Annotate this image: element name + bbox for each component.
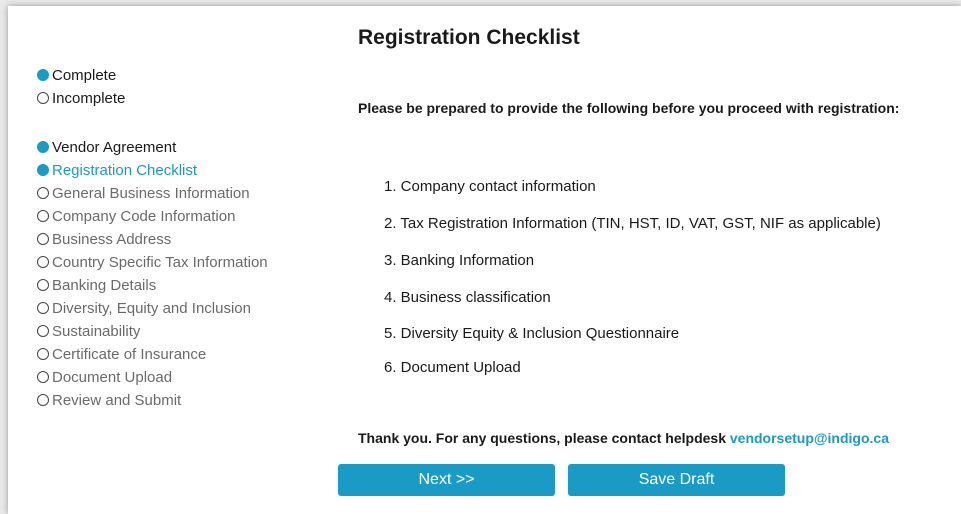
step-label: Business Address: [52, 231, 172, 248]
filled-circle-icon: [37, 141, 49, 153]
step-label: Company Code Information: [52, 208, 236, 225]
empty-circle-icon: [37, 302, 49, 314]
empty-circle-icon: [37, 394, 49, 406]
empty-circle-icon: [37, 371, 49, 383]
step-label: Review and Submit: [52, 392, 182, 409]
step-label: Certificate of Insurance: [52, 346, 207, 363]
intro-text: Please be prepared to provide the follow…: [358, 100, 900, 116]
checklist-item: 6. Document Upload: [384, 359, 521, 376]
step-label: Banking Details: [52, 277, 157, 294]
legend-incomplete: Incomplete: [37, 87, 125, 110]
checklist-item: 4. Business classification: [384, 289, 551, 306]
empty-circle-icon: [37, 325, 49, 337]
step-general-business-information[interactable]: General Business Information: [37, 182, 268, 205]
page-title: Registration Checklist: [358, 26, 580, 49]
step-label: Diversity, Equity and Inclusion: [52, 300, 251, 317]
step-document-upload[interactable]: Document Upload: [37, 366, 268, 389]
empty-circle-icon: [37, 279, 49, 291]
step-sustainability[interactable]: Sustainability: [37, 320, 268, 343]
step-registration-checklist[interactable]: Registration Checklist: [37, 159, 268, 182]
step-label: Registration Checklist: [52, 162, 198, 179]
filled-circle-icon: [37, 69, 49, 81]
legend-incomplete-label: Incomplete: [52, 90, 126, 107]
step-country-specific-tax-information[interactable]: Country Specific Tax Information: [37, 251, 268, 274]
helpdesk-text: Thank you. For any questions, please con…: [358, 430, 726, 446]
checklist-item: 3. Banking Information: [384, 252, 535, 269]
step-label: Sustainability: [52, 323, 141, 340]
filled-circle-icon: [37, 164, 49, 176]
helpdesk-email-link[interactable]: vendorsetup@indigo.ca: [730, 430, 889, 446]
empty-circle-icon: [37, 187, 49, 199]
legend-complete-label: Complete: [52, 67, 117, 84]
status-legend: Complete Incomplete: [37, 64, 125, 110]
empty-circle-icon: [37, 348, 49, 360]
step-label: General Business Information: [52, 185, 250, 202]
empty-circle-icon: [37, 256, 49, 268]
checklist-item: 5. Diversity Equity & Inclusion Question…: [384, 325, 680, 342]
empty-circle-icon: [37, 233, 49, 245]
empty-circle-icon: [37, 92, 49, 104]
registration-panel: Complete Incomplete Vendor Agreement Reg…: [8, 6, 961, 514]
step-label: Document Upload: [52, 369, 173, 386]
step-certificate-of-insurance[interactable]: Certificate of Insurance: [37, 343, 268, 366]
checklist-item: 1. Company contact information: [384, 178, 596, 195]
step-navigation: Vendor Agreement Registration Checklist …: [37, 136, 268, 412]
step-review-and-submit[interactable]: Review and Submit: [37, 389, 268, 412]
checklist-item: 2. Tax Registration Information (TIN, HS…: [384, 215, 881, 232]
step-label: Country Specific Tax Information: [52, 254, 268, 271]
helpdesk-note: Thank you. For any questions, please con…: [358, 430, 889, 446]
empty-circle-icon: [37, 210, 49, 222]
step-banking-details[interactable]: Banking Details: [37, 274, 268, 297]
step-company-code-information[interactable]: Company Code Information: [37, 205, 268, 228]
step-business-address[interactable]: Business Address: [37, 228, 268, 251]
step-label: Vendor Agreement: [52, 139, 177, 156]
step-diversity-equity-inclusion[interactable]: Diversity, Equity and Inclusion: [37, 297, 268, 320]
save-draft-button[interactable]: Save Draft: [568, 464, 785, 496]
next-button[interactable]: Next >>: [338, 464, 555, 496]
legend-complete: Complete: [37, 64, 125, 87]
step-vendor-agreement[interactable]: Vendor Agreement: [37, 136, 268, 159]
